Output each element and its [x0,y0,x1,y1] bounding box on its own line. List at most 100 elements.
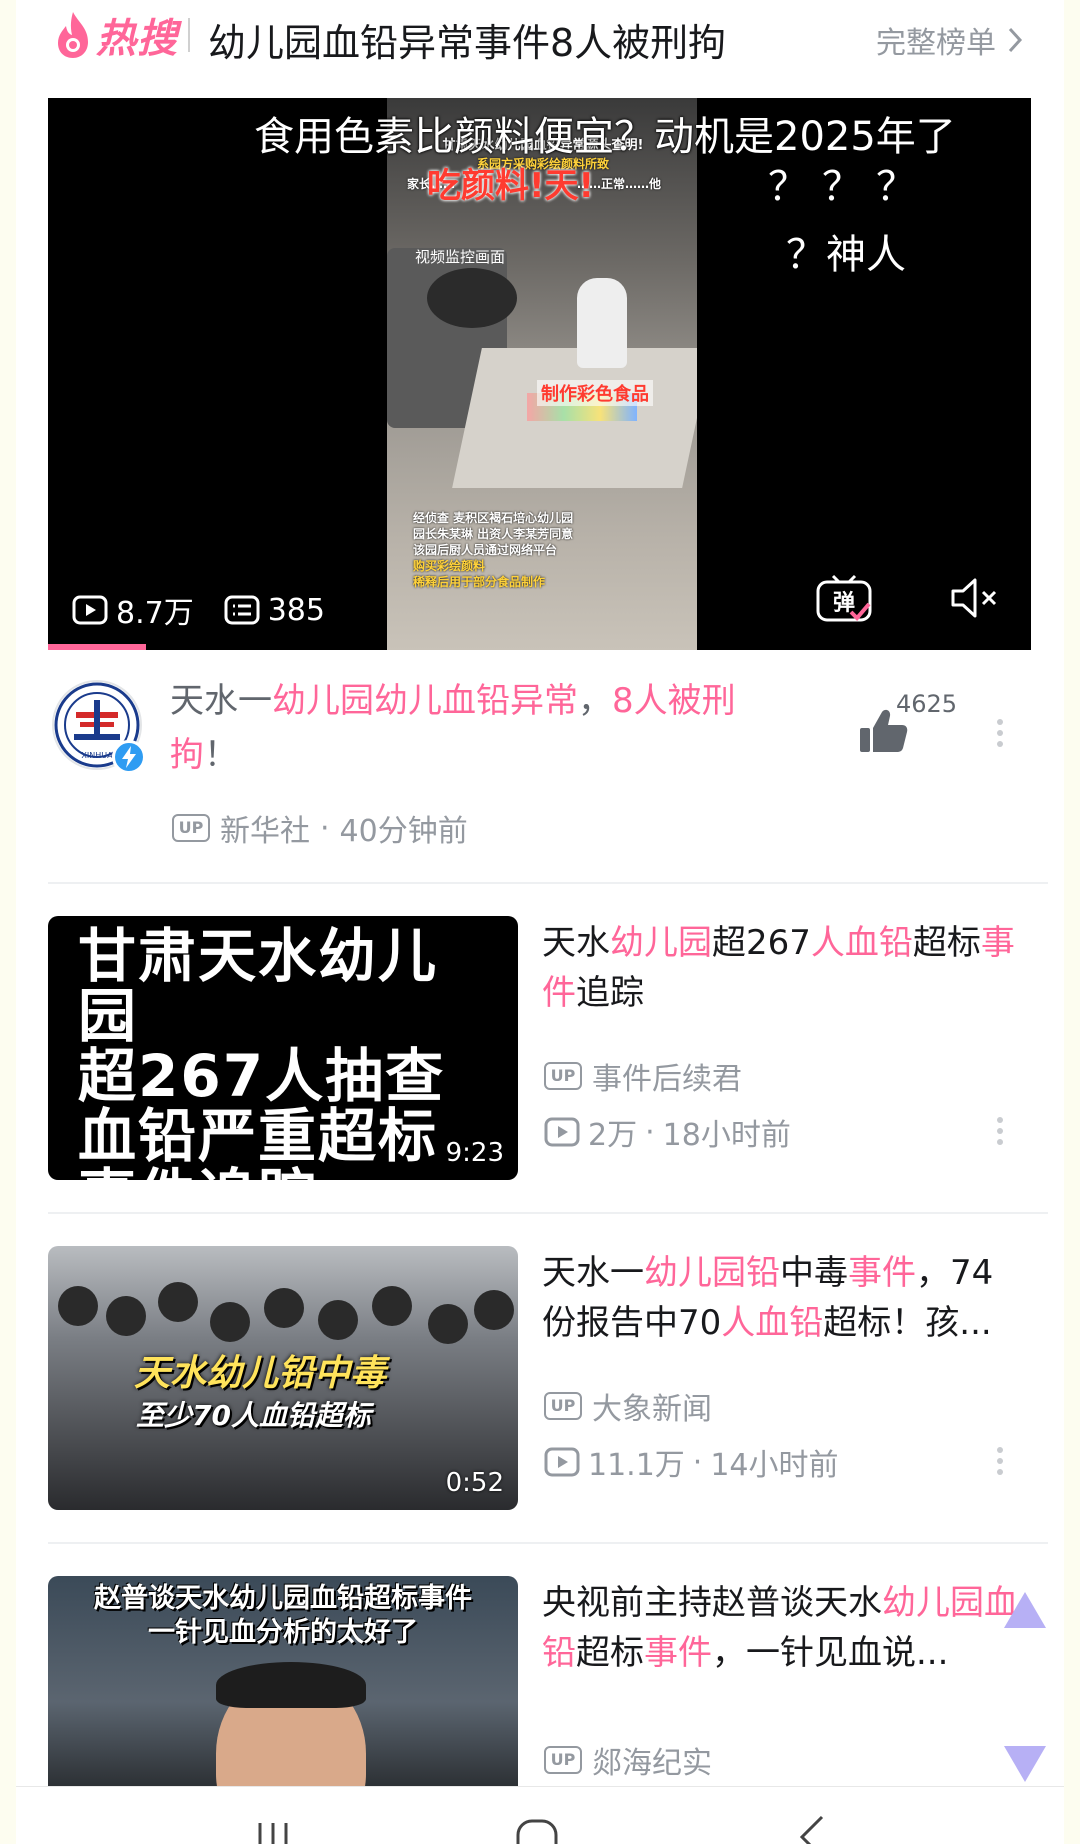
thumbnail-caption-line: 一针见血分析的太好了 [148,1617,418,1648]
thumbnail-text-line: 甘肃天水幼儿园 [78,922,439,1050]
video-list-item[interactable]: 甘肃天水幼儿园 超267人抽查 血铅严重超标 事件追踪 9:23 天水幼儿园超2… [16,888,1064,1180]
title-segment: ，一针见血说... [712,1633,949,1673]
thumbnail-headline: 天水幼儿铅中毒 [134,1353,387,1394]
frame-info-line: 经侦查 麦积区褐石培心幼儿园 [413,511,574,525]
danmaku-comment: ？神人 [786,232,906,278]
thumbs-up-icon [860,709,908,752]
title-segment: ， [578,681,612,721]
scroll-up-arrow-icon[interactable] [1002,1590,1048,1630]
video-frame: 甘肃天水幼儿园血铅异常源头查明! 系园方采购彩绘颜料所致 家长…… ……正常……… [387,98,697,650]
featured-title[interactable]: 天水一幼儿园幼儿血铅异常，8人被刑拘！ [170,674,750,782]
title-segment: ！ [204,735,238,775]
thumbnail-text-line: 血铅严重超标 [78,1102,439,1170]
crowd-figure [474,1290,514,1330]
meta-dot: · [692,1444,703,1480]
hot-search-logo-text: 热搜 [96,16,178,62]
title-keyword: 幼儿园幼儿血铅异常 [272,681,578,721]
uploader-row[interactable]: UP 事件后续君 [544,1054,742,1098]
full-list-label: 完整榜单 [876,26,996,61]
play-count-icon [544,1117,580,1147]
frame-tag: 制作彩色食品 [537,380,653,406]
title-segment: 天水一 [542,1253,644,1293]
danmaku-count: 385 [224,593,325,628]
danmaku-count-icon [224,595,260,625]
video-title[interactable]: 天水幼儿园超267人血铅超标事件追踪 [542,918,1022,1018]
title-segment: 追踪 [576,973,644,1013]
title-segment: 天水一 [170,681,272,721]
danmaku-toggle-icon[interactable]: 弹 [815,574,873,624]
title-segment: 天水 [542,923,610,963]
frame-info-line: 园长朱某琳 出资人李某芳同意 [413,527,574,541]
frame-big-text: 吃颜料!天! [427,166,595,206]
video-stats-row: 2万 · 18小时前 [544,1110,791,1154]
video-stats-row: 11.1万 · 14小时前 [544,1440,839,1484]
more-options-icon[interactable] [994,1444,1006,1480]
more-options-icon[interactable] [994,716,1006,752]
back-icon[interactable] [786,1813,836,1844]
video-duration: 0:52 [445,1468,504,1498]
publish-time: 40分钟前 [339,814,468,849]
system-navigation-bar [16,1786,1064,1844]
thumbnail-person-hair [216,1662,366,1708]
video-list-item[interactable]: 天水幼儿铅中毒 至少70人血铅超标 0:52 天水一幼儿园铅中毒事件，74份报告… [16,1218,1064,1510]
frame-cook [577,278,627,368]
video-list-item[interactable]: 赵普谈天水幼儿园血铅超标事件 一针见血分析的太好了 央视前主持赵普谈天水幼儿园血… [16,1548,1064,1786]
flame-icon [58,12,88,58]
video-title[interactable]: 央视前主持赵普谈天水幼儿园血铅超标事件，一针见血说... [542,1578,1022,1678]
uploader-row[interactable]: UP 郯海纪实 [544,1738,712,1782]
crowd-figure [372,1286,412,1326]
title-keyword: 事件 [644,1633,712,1673]
crowd-figure [318,1300,358,1340]
mute-icon[interactable] [949,576,1003,620]
meta-dot: · [645,1114,655,1150]
divider [48,882,1048,884]
title-keyword: 人血铅 [721,1303,824,1343]
video-thumbnail[interactable]: 天水幼儿铅中毒 至少70人血铅超标 0:52 [48,1246,518,1510]
crowd-figure [106,1296,146,1336]
crowd-figure [428,1304,468,1344]
play-count: 8.7万 [72,588,194,632]
full-list-link[interactable]: 完整榜单 [876,18,1024,62]
more-options-icon[interactable] [994,1114,1006,1150]
thumbnail-caption: 赵普谈天水幼儿园血铅超标事件 一针见血分析的太好了 [48,1582,518,1650]
hot-search-title[interactable]: 幼儿园血铅异常事件8人被刑拘 [208,12,726,67]
video-title[interactable]: 天水一幼儿园铅中毒事件，74份报告中70人血铅超标！孩... [542,1248,1022,1348]
title-segment: 中毒 [780,1253,848,1293]
header-divider [188,18,190,52]
video-stats: 8.7万 385 [72,588,325,632]
uploader-name: 大象新闻 [592,1392,712,1427]
play-count-icon [544,1447,580,1477]
video-duration: 9:23 [445,1138,504,1168]
video-thumbnail[interactable]: 甘肃天水幼儿园 超267人抽查 血铅严重超标 事件追踪 9:23 [48,916,518,1180]
frame-caption: 视频监控画面 [415,248,506,266]
video-player[interactable]: 甘肃天水幼儿园血铅异常源头查明! 系园方采购彩绘颜料所致 家长…… ……正常……… [48,98,1031,650]
crowd-figure [58,1286,98,1326]
publish-time: 14小时前 [710,1448,839,1483]
crowd-figure [210,1302,250,1342]
avatar-label: XINHUA [81,751,113,760]
thumbnail-caption-line: 赵普谈天水幼儿园血铅超标事件 [94,1583,472,1614]
chevron-right-icon [1008,27,1023,53]
divider [48,1542,1048,1544]
up-badge: UP [544,1392,582,1420]
lightning-icon [122,746,136,768]
recent-apps-icon[interactable] [248,1813,298,1844]
home-icon[interactable] [512,1813,562,1844]
title-segment: 超标 [576,1633,644,1673]
author-name[interactable]: 新华社 [220,806,310,850]
video-thumbnail[interactable]: 赵普谈天水幼儿园血铅超标事件 一针见血分析的太好了 [48,1576,518,1786]
play-count-value: 2万 [588,1118,638,1153]
featured-video-info[interactable]: XINHUA 天水一幼儿园幼儿血铅异常，8人被刑拘！ 4625 UP 新华社 ·… [16,650,1064,882]
publish-time: 18小时前 [662,1118,791,1153]
up-badge: UP [544,1062,582,1090]
hot-search-logo[interactable]: 热搜 [54,8,178,62]
title-segment: 超267 [712,923,811,963]
meta-dot: · [320,810,330,846]
verified-badge [112,740,146,774]
scroll-down-arrow-icon[interactable] [1002,1744,1048,1784]
uploader-name: 郯海纪实 [592,1746,712,1781]
title-segment: 超标！孩... [823,1303,992,1343]
up-badge: UP [172,814,210,842]
uploader-row[interactable]: UP 大象新闻 [544,1384,712,1428]
like-button[interactable]: 4625 [858,686,978,766]
